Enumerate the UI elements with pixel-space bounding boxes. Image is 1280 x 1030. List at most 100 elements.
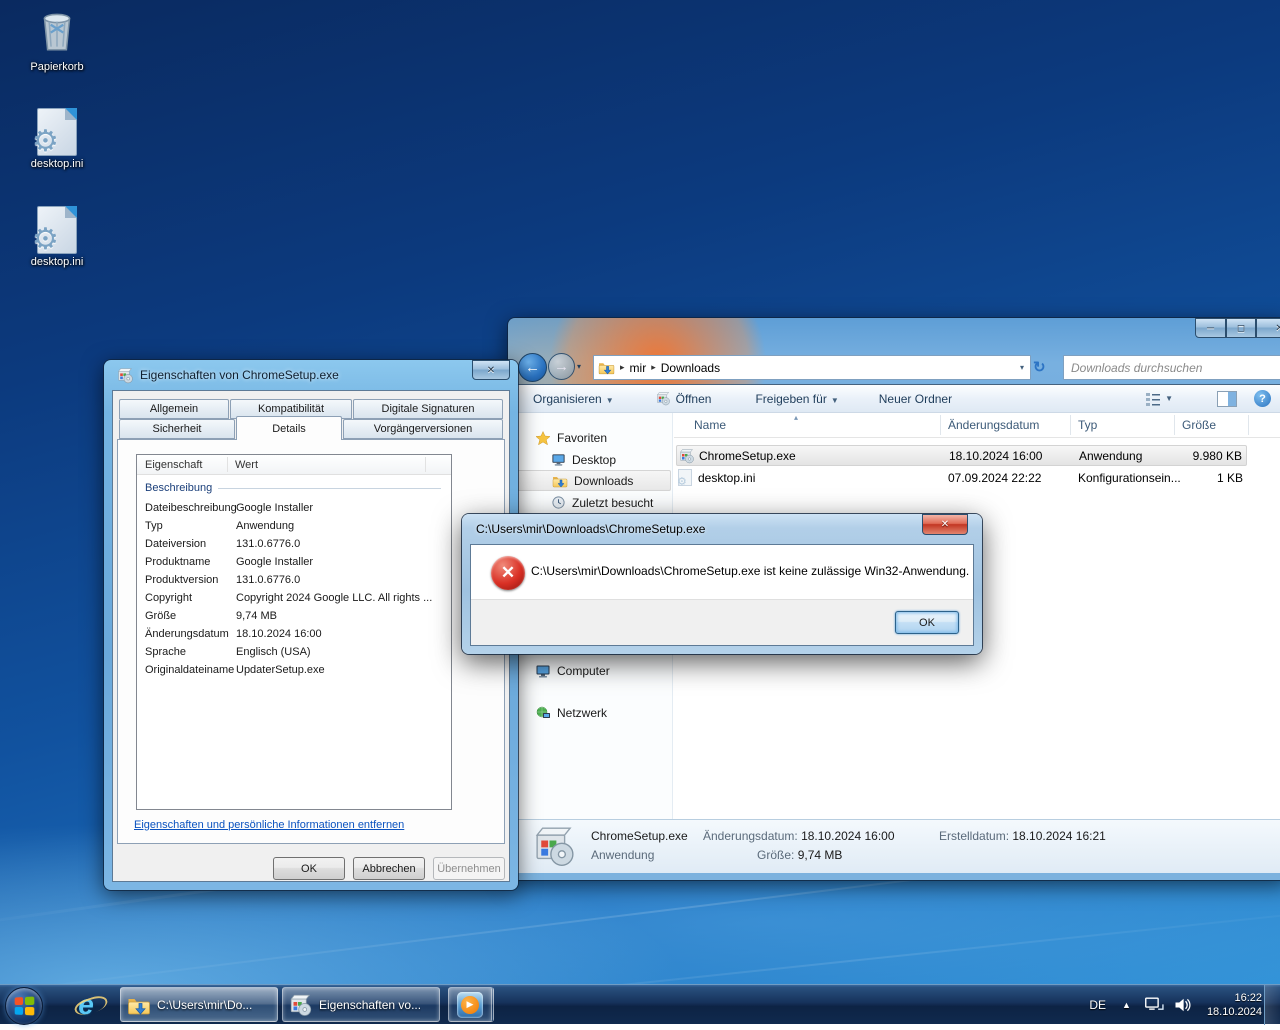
history-dropdown[interactable]: ▾ <box>577 362 581 371</box>
chevron-down-icon: ▼ <box>605 395 614 405</box>
clock[interactable]: 16:22 18.10.2024 <box>1207 991 1262 1019</box>
file-name: desktop.ini <box>698 470 756 485</box>
network-icon[interactable] <box>1143 994 1165 1016</box>
close-button[interactable]: ✕ <box>472 360 510 380</box>
property-row[interactable]: Größe 9,74 MB <box>145 608 445 626</box>
language-indicator[interactable]: DE <box>1089 998 1106 1012</box>
maximize-button[interactable]: ◻ <box>1226 318 1256 338</box>
show-hidden-icons-button[interactable]: ▲ <box>1122 1000 1131 1010</box>
breadcrumb-segment-folder[interactable]: Downloads <box>661 361 720 375</box>
error-ok-button[interactable]: OK <box>895 611 959 634</box>
column-header-name[interactable]: Name <box>694 413 726 437</box>
column-header-size[interactable]: Größe <box>1182 413 1216 437</box>
preview-pane-button[interactable] <box>1217 390 1237 407</box>
column-header-date[interactable]: Änderungsdatum <box>948 413 1039 437</box>
installer-file-icon <box>118 368 133 384</box>
property-row[interactable]: Dateiversion 131.0.6776.0 <box>145 536 445 554</box>
minimize-button[interactable]: ─ <box>1195 318 1226 338</box>
details-created-label: Erstelldatum: <box>939 829 1010 843</box>
sidebar-item-downloads[interactable]: Downloads <box>517 470 671 491</box>
taskbar: e C:\Users\mir\Do... Eigenschaften vo...… <box>0 984 1280 1025</box>
group-label: Beschreibung <box>145 482 213 494</box>
taskbar-button-properties[interactable]: Eigenschaften vo... <box>282 987 440 1022</box>
taskbar-button-explorer[interactable]: C:\Users\mir\Do... <box>120 987 278 1022</box>
installer-file-icon <box>290 994 312 1016</box>
address-dropdown-icon[interactable]: ▾ <box>1020 363 1024 372</box>
ok-button[interactable]: OK <box>273 857 345 880</box>
file-row-desktop-ini[interactable]: ⚙ desktop.ini 07.09.2024 22:22 Konfigura… <box>676 467 1247 488</box>
tab-sicherheit[interactable]: Sicherheit <box>119 419 235 439</box>
property-row[interactable]: Originaldateiname UpdaterSetup.exe <box>145 662 445 680</box>
views-button[interactable]: ▼ <box>1145 392 1173 406</box>
file-size: 9.980 KB <box>1192 448 1242 463</box>
column-divider[interactable] <box>425 457 426 472</box>
column-header-type[interactable]: Typ <box>1078 413 1097 437</box>
property-row[interactable]: Produktname Google Installer <box>145 554 445 572</box>
internet-explorer-icon: e <box>78 989 94 1020</box>
tab-details[interactable]: Details <box>236 416 342 440</box>
desktop-icon-label: desktop.ini <box>30 256 84 268</box>
details-file-type: Anwendung <box>591 848 655 862</box>
refresh-button[interactable]: ↻ <box>1033 358 1046 376</box>
taskbar-button-media-player[interactable]: ▶ <box>448 987 494 1022</box>
column-divider[interactable] <box>1174 415 1175 435</box>
star-icon <box>535 430 551 446</box>
details-created-value: 18.10.2024 16:21 <box>1012 829 1106 843</box>
file-date: 07.09.2024 22:22 <box>948 470 1042 485</box>
error-icon: ✕ <box>491 556 525 590</box>
cancel-button[interactable]: Abbrechen <box>353 857 425 880</box>
organize-menu[interactable]: Organisieren ▼ <box>533 392 614 406</box>
file-name: ChromeSetup.exe <box>699 448 796 463</box>
remove-properties-link[interactable]: Eigenschaften und persönliche Informatio… <box>134 819 404 831</box>
apply-button[interactable]: Übernehmen <box>433 857 505 880</box>
volume-icon[interactable] <box>1173 995 1193 1015</box>
internet-explorer-button[interactable]: e <box>60 987 112 1023</box>
chevron-down-icon: ▼ <box>830 395 839 405</box>
sidebar-label: Computer <box>557 663 610 678</box>
file-row-chromesetup[interactable]: ChromeSetup.exe 18.10.2024 16:00 Anwendu… <box>676 445 1247 466</box>
column-divider[interactable] <box>1248 415 1249 435</box>
desktop-icon-desktop-ini-1[interactable]: ⚙ desktop.ini <box>14 108 100 170</box>
desktop-icon-desktop-ini-2[interactable]: ⚙ desktop.ini <box>14 206 100 268</box>
taskbar-button-label: C:\Users\mir\Do... <box>157 997 253 1012</box>
sidebar-item-computer[interactable]: Computer <box>517 660 689 681</box>
property-row[interactable]: Typ Anwendung <box>145 518 445 536</box>
sidebar-item-favoriten[interactable]: Favoriten <box>517 427 689 448</box>
tab-digitale-signaturen[interactable]: Digitale Signaturen <box>353 399 503 419</box>
column-divider[interactable] <box>940 415 941 435</box>
desktop-icon-recycle-bin[interactable]: Papierkorb <box>14 6 100 73</box>
tab-allgemein[interactable]: Allgemein <box>119 399 229 419</box>
header-wert[interactable]: Wert <box>235 455 258 474</box>
property-row[interactable]: Copyright Copyright 2024 Google LLC. All … <box>145 590 445 608</box>
windows-logo-icon <box>14 996 35 1016</box>
column-divider[interactable] <box>227 457 228 472</box>
close-button[interactable]: ✕ <box>922 514 968 535</box>
breadcrumb-separator-icon: ▸ <box>651 362 656 372</box>
gear-icon: ⚙ <box>678 476 687 486</box>
sidebar-item-netzwerk[interactable]: Netzwerk <box>517 702 689 723</box>
header-eigenschaft[interactable]: Eigenschaft <box>145 455 202 474</box>
property-row[interactable]: Änderungsdatum 18.10.2024 16:00 <box>145 626 445 644</box>
open-button[interactable]: Öffnen <box>676 392 712 406</box>
file-type: Konfigurationsein... <box>1078 470 1181 485</box>
details-modified-value: 18.10.2024 16:00 <box>801 829 895 843</box>
breadcrumb-segment-user[interactable]: mir <box>630 361 647 375</box>
show-desktop-button[interactable] <box>1264 985 1280 1025</box>
property-row[interactable]: Sprache Englisch (USA) <box>145 644 445 662</box>
forward-button[interactable]: → <box>548 353 575 380</box>
property-row[interactable]: Dateibeschreibung Google Installer <box>145 500 445 518</box>
close-button[interactable]: ✕ <box>1256 318 1280 338</box>
new-folder-button[interactable]: Neuer Ordner <box>879 392 952 406</box>
dialog-body: Allgemein Kompatibilität Digitale Signat… <box>112 390 510 882</box>
tab-vorgaengerversionen[interactable]: Vorgängerversionen <box>343 419 503 439</box>
share-menu[interactable]: Freigeben für ▼ <box>755 392 838 406</box>
sort-ascending-icon: ▴ <box>794 413 799 422</box>
search-input[interactable]: Downloads durchsuchen <box>1063 355 1280 380</box>
help-button[interactable]: ? <box>1254 390 1271 407</box>
property-row[interactable]: Produktversion 131.0.6776.0 <box>145 572 445 590</box>
start-button[interactable] <box>5 987 43 1025</box>
breadcrumb[interactable]: ▸ mir ▸ Downloads ▾ <box>593 355 1031 380</box>
back-button[interactable]: ← <box>518 353 547 382</box>
downloads-folder-icon <box>598 359 615 376</box>
column-divider[interactable] <box>1070 415 1071 435</box>
